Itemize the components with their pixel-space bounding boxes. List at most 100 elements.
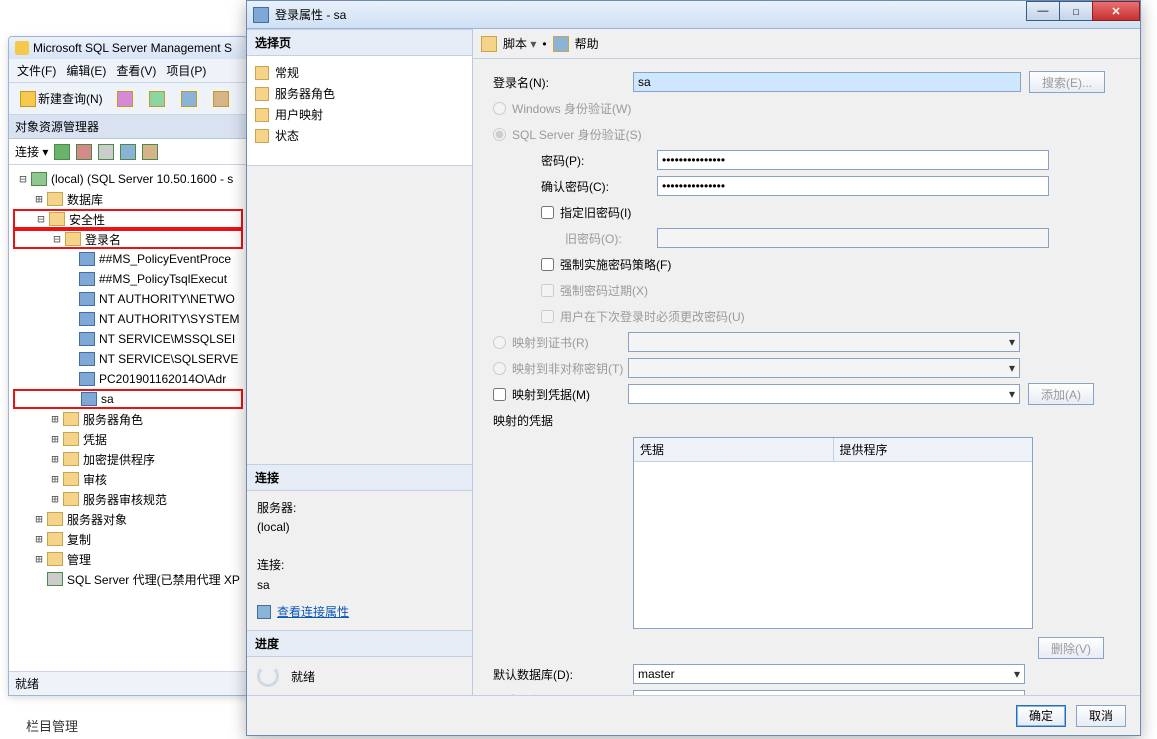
page-user-mapping[interactable]: 用户映射 — [255, 104, 464, 125]
folder-icon — [63, 452, 79, 466]
menu-project[interactable]: 项目(P) — [166, 62, 206, 79]
dialog-footer: 确定 取消 — [247, 695, 1140, 735]
map-cert-radio — [493, 336, 506, 349]
dialog-toolbar: 脚本 • 帮助 — [473, 29, 1140, 59]
dialog-left-panel: 选择页 常规 服务器角色 用户映射 状态 连接 服务器: (local) 连接:… — [247, 29, 473, 695]
tree-replication[interactable]: ⊞复制 — [13, 529, 243, 549]
enforce-policy-checkbox[interactable] — [541, 258, 554, 271]
tree-login-item[interactable]: NT AUTHORITY\NETWO — [13, 289, 243, 309]
server-label: 服务器: — [257, 499, 462, 518]
login-form: 登录名(N): 搜索(E)... Windows 身份验证(W) SQL Ser… — [473, 59, 1140, 713]
tree-login-item[interactable]: NT AUTHORITY\SYSTEM — [13, 309, 243, 329]
help-button[interactable]: 帮助 — [575, 35, 599, 52]
tree-login-item[interactable]: PC201901162014O\Adr — [13, 369, 243, 389]
default-db-combo[interactable]: master — [633, 664, 1025, 684]
tree-logins[interactable]: ⊟登录名 — [13, 229, 243, 249]
refresh-icon[interactable] — [142, 144, 158, 160]
filter-icon[interactable] — [120, 144, 136, 160]
minimize-button[interactable] — [1026, 1, 1060, 21]
toolbar-btn-3[interactable] — [176, 88, 204, 110]
maximize-button[interactable] — [1059, 1, 1093, 21]
folder-icon — [63, 412, 79, 426]
tree-login-item[interactable]: ##MS_PolicyEventProce — [13, 249, 243, 269]
enforce-expiration-checkbox — [541, 284, 554, 297]
tree-login-sa[interactable]: sa — [13, 389, 243, 409]
menu-edit[interactable]: 编辑(E) — [66, 62, 106, 79]
folder-icon — [47, 532, 63, 546]
ssms-title-text: Microsoft SQL Server Management S — [33, 41, 232, 55]
close-button[interactable] — [1092, 1, 1140, 21]
tree-credentials[interactable]: ⊞凭据 — [13, 429, 243, 449]
map-credential-checkbox[interactable] — [493, 388, 506, 401]
dialog-titlebar[interactable]: 登录属性 - sa — [247, 1, 1140, 29]
windows-auth-label: Windows 身份验证(W) — [512, 100, 631, 117]
confirm-password-input[interactable] — [657, 176, 1049, 196]
folder-icon — [49, 212, 65, 226]
object-explorer-tree[interactable]: ⊟(local) (SQL Server 10.50.1600 - s ⊞数据库… — [9, 165, 247, 593]
folder-icon — [63, 472, 79, 486]
connect-icon[interactable] — [54, 144, 70, 160]
page-icon — [255, 108, 269, 122]
menu-file[interactable]: 文件(F) — [17, 62, 56, 79]
tree-server-objects[interactable]: ⊞服务器对象 — [13, 509, 243, 529]
tree-login-item[interactable]: NT SERVICE\MSSQLSEI — [13, 329, 243, 349]
object-explorer-header: 对象资源管理器 — [9, 115, 247, 139]
page-server-roles[interactable]: 服务器角色 — [255, 83, 464, 104]
tree-databases[interactable]: ⊞数据库 — [13, 189, 243, 209]
ssms-toolbar: 新建查询(N) — [9, 83, 247, 115]
dialog-icon — [253, 7, 269, 23]
script-dropdown[interactable]: 脚本 — [503, 35, 536, 52]
ok-button[interactable]: 确定 — [1016, 705, 1066, 727]
disconnect-icon[interactable] — [76, 144, 92, 160]
menu-view[interactable]: 查看(V) — [116, 62, 156, 79]
ssms-menubar[interactable]: 文件(F) 编辑(E) 查看(V) 项目(P) — [9, 59, 247, 83]
new-query-button[interactable]: 新建查询(N) — [15, 87, 108, 110]
credentials-grid[interactable]: 凭据 提供程序 — [633, 437, 1033, 629]
password-input[interactable] — [657, 150, 1049, 170]
password-label: 密码(P): — [541, 152, 657, 169]
login-name-input[interactable] — [633, 72, 1021, 92]
server-icon — [31, 172, 47, 186]
script-icon — [481, 36, 497, 52]
tree-login-item[interactable]: NT SERVICE\SQLSERVE — [13, 349, 243, 369]
stop-icon[interactable] — [98, 144, 114, 160]
view-connection-props-link[interactable]: 查看连接属性 — [257, 603, 462, 622]
toolbar-btn-4[interactable] — [208, 88, 236, 110]
tree-audits[interactable]: ⊞审核 — [13, 469, 243, 489]
page-list[interactable]: 常规 服务器角色 用户映射 状态 — [247, 56, 472, 166]
login-icon — [81, 392, 97, 406]
login-icon — [79, 272, 95, 286]
tree-login-item[interactable]: ##MS_PolicyTsqlExecut — [13, 269, 243, 289]
tree-security[interactable]: ⊟安全性 — [13, 209, 243, 229]
page-general[interactable]: 常规 — [255, 62, 464, 83]
map-cert-label: 映射到证书(R) — [512, 334, 628, 351]
tree-audit-specs[interactable]: ⊞服务器审核规范 — [13, 489, 243, 509]
column-management-label: 栏目管理 — [26, 716, 78, 735]
ssms-main-window: Microsoft SQL Server Management S 文件(F) … — [8, 36, 248, 696]
map-asymkey-radio — [493, 362, 506, 375]
tree-server-root[interactable]: ⊟(local) (SQL Server 10.50.1600 - s — [13, 169, 243, 189]
tree-sql-agent[interactable]: SQL Server 代理(已禁用代理 XP — [13, 569, 243, 589]
map-cert-combo — [628, 332, 1020, 352]
tree-management[interactable]: ⊞管理 — [13, 549, 243, 569]
connect-dropdown[interactable]: 连接 ▾ — [15, 143, 48, 160]
tree-server-roles[interactable]: ⊞服务器角色 — [13, 409, 243, 429]
toolbar-btn-2[interactable] — [144, 88, 172, 110]
toolbar-icon — [181, 91, 197, 107]
windows-auth-radio — [493, 102, 506, 115]
default-db-label: 默认数据库(D): — [493, 666, 633, 683]
folder-icon — [47, 192, 63, 206]
ssms-titlebar: Microsoft SQL Server Management S — [9, 37, 247, 59]
map-credential-combo[interactable] — [628, 384, 1020, 404]
specify-old-password-checkbox[interactable] — [541, 206, 554, 219]
add-button: 添加(A) — [1028, 383, 1094, 405]
toolbar-btn-1[interactable] — [112, 88, 140, 110]
cancel-button[interactable]: 取消 — [1076, 705, 1126, 727]
login-icon — [79, 352, 95, 366]
tree-crypto-providers[interactable]: ⊞加密提供程序 — [13, 449, 243, 469]
page-status[interactable]: 状态 — [255, 125, 464, 146]
login-properties-dialog: 登录属性 - sa 选择页 常规 服务器角色 用户映射 状态 连接 服务器: (… — [246, 0, 1141, 736]
folder-icon — [47, 512, 63, 526]
enforce-policy-label: 强制实施密码策略(F) — [560, 256, 671, 273]
ssms-statusbar: 就绪 — [9, 671, 247, 695]
